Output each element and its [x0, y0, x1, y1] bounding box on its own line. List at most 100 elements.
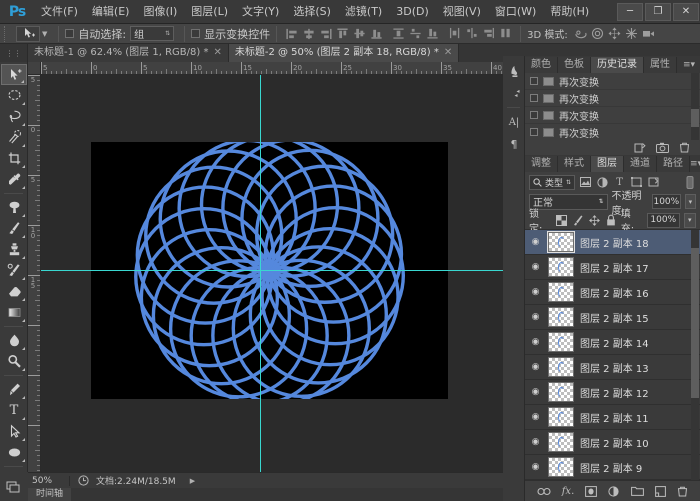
history-snapshot-checkbox[interactable] [530, 77, 538, 85]
layer-visibility-icon[interactable]: ◉ [529, 437, 542, 447]
screen-mode-button[interactable] [0, 472, 28, 501]
layer-visibility-icon[interactable]: ◉ [529, 337, 542, 347]
layer-row[interactable]: ◉ 图层 2 副本 11 [525, 405, 700, 430]
history-row[interactable]: 再次变换 [525, 73, 700, 90]
layer-thumbnail[interactable] [548, 382, 574, 402]
filter-smart-object-icon[interactable] [647, 175, 660, 189]
dodge-tool[interactable] [1, 351, 27, 372]
layer-row[interactable]: ◉ 图层 2 副本 13 [525, 355, 700, 380]
history-snapshot-checkbox[interactable] [530, 128, 538, 136]
tab-样式[interactable]: 样式 [558, 156, 591, 172]
brush-panel-icon[interactable] [503, 60, 525, 82]
align-right-edges[interactable] [318, 26, 333, 41]
filter-adjustment-icon[interactable] [596, 175, 609, 189]
blur-tool[interactable] [1, 330, 27, 351]
menu-item-3[interactable]: 图像(I) [136, 0, 184, 24]
tab-色板[interactable]: 色板 [558, 57, 591, 73]
tab-bar-grip[interactable]: ⋮⋮ [0, 44, 28, 62]
eyedropper-tool[interactable] [1, 169, 27, 190]
history-brush-tool[interactable] [1, 260, 27, 281]
layer-name[interactable]: 图层 2 副本 15 [580, 310, 649, 325]
paragraph-panel-icon[interactable]: ¶ [503, 133, 525, 155]
canvas-area[interactable] [41, 75, 503, 472]
tab-通道[interactable]: 通道 [624, 156, 657, 172]
tab-timeline[interactable]: 时间轴 [28, 488, 72, 501]
lock-all-icon[interactable] [604, 214, 616, 227]
new-group-icon[interactable] [631, 486, 645, 496]
layer-visibility-icon[interactable]: ◉ [529, 362, 542, 372]
horizontal-ruler[interactable]: 5 0 5 10 15 20 25 30 35 40 [41, 62, 503, 75]
history-scrollbar[interactable] [691, 73, 699, 140]
layer-thumbnail[interactable] [548, 257, 574, 277]
brush-tool[interactable] [1, 218, 27, 239]
distribute-left[interactable] [447, 26, 462, 41]
close-icon[interactable]: ✕ [444, 44, 452, 62]
layer-row[interactable]: ◉ 图层 2 副本 14 [525, 330, 700, 355]
layer-style-icon[interactable]: fx. [562, 486, 575, 497]
document-tab-2[interactable]: 未标题-2 @ 50% (图层 2 副本 18, RGB/8) * ✕ [228, 44, 460, 62]
layer-row[interactable]: ◉ 图层 2 副本 9 [525, 455, 700, 480]
lasso-tool[interactable] [1, 106, 27, 127]
distribute-top[interactable] [391, 26, 406, 41]
vertical-ruler[interactable]: 5 0 5 10 15 [28, 75, 41, 472]
history-row[interactable]: 再次变换 [525, 107, 700, 124]
opacity-input[interactable]: 100% [651, 194, 681, 209]
layer-name[interactable]: 图层 2 副本 11 [580, 410, 649, 425]
align-top-edges[interactable] [335, 26, 350, 41]
layer-row[interactable]: ◉ 图层 2 副本 12 [525, 380, 700, 405]
slide-3d[interactable] [624, 26, 639, 41]
spot-healing-brush-tool[interactable] [1, 197, 27, 218]
horizontal-guide[interactable] [41, 270, 503, 271]
lock-transparent-pixels-icon[interactable] [555, 214, 567, 227]
menu-item-1[interactable]: 文件(F) [34, 0, 85, 24]
ruler-corner[interactable] [28, 62, 41, 75]
layer-thumbnail[interactable] [548, 432, 574, 452]
adjustment-layer-icon[interactable] [608, 485, 620, 497]
layer-name[interactable]: 图层 2 副本 18 [580, 235, 649, 250]
gradient-tool[interactable] [1, 302, 27, 323]
elliptical-marquee-tool[interactable] [1, 85, 27, 106]
layer-mask-icon[interactable] [585, 485, 598, 497]
tab-颜色[interactable]: 颜色 [525, 57, 558, 73]
layers-list[interactable]: ◉ 图层 2 副本 18 ◉ 图层 2 副本 17 ◉ 图层 2 副本 16 ◉ 图层 2 副… [525, 230, 700, 480]
vertical-guide[interactable] [260, 75, 261, 472]
show-transform-controls-checkbox[interactable] [191, 29, 201, 38]
opacity-scrubber-button[interactable]: ▾ [684, 194, 696, 209]
move-tool[interactable] [1, 64, 27, 85]
pen-tool[interactable] [1, 379, 27, 400]
menu-item-8[interactable]: 3D(D) [389, 0, 436, 24]
fill-input[interactable]: 100% [647, 212, 680, 228]
history-list[interactable]: 再次变换再次变换再次变换再次变换再次变换 [525, 73, 700, 140]
crop-tool[interactable] [1, 148, 27, 169]
quick-selection-tool[interactable] [1, 127, 27, 148]
menu-item-11[interactable]: 帮助(H) [543, 0, 596, 24]
distribute-horizontal-centers[interactable] [464, 26, 479, 41]
filter-pixel-icon[interactable] [579, 175, 592, 189]
lock-position-icon[interactable] [588, 214, 600, 227]
auto-select-dropdown[interactable]: 组 ⇅ [130, 26, 175, 41]
roll-3d[interactable] [590, 26, 605, 41]
layer-row[interactable]: ◉ 图层 2 副本 18 [525, 230, 700, 255]
align-bottom-edges[interactable] [369, 26, 384, 41]
layer-name[interactable]: 图层 2 副本 12 [580, 385, 649, 400]
layer-thumbnail[interactable] [548, 282, 574, 302]
tab-属性[interactable]: 属性 [644, 57, 677, 73]
tab-历史记录[interactable]: 历史记录 [591, 57, 644, 73]
layer-visibility-icon[interactable]: ◉ [529, 462, 542, 472]
menu-item-10[interactable]: 窗口(W) [488, 0, 543, 24]
distribute-vertical-centers[interactable] [408, 26, 423, 41]
layers-scrollbar-thumb[interactable] [691, 248, 699, 398]
link-layers-icon[interactable] [537, 487, 551, 496]
history-snapshot-checkbox[interactable] [530, 94, 538, 102]
delete-state-icon[interactable] [679, 142, 690, 153]
layer-name[interactable]: 图层 2 副本 17 [580, 260, 649, 275]
status-expand-arrow[interactable]: ▶ [190, 477, 195, 485]
layer-row[interactable]: ◉ 图层 2 副本 16 [525, 280, 700, 305]
menu-item-4[interactable]: 图层(L) [184, 0, 235, 24]
layer-row[interactable]: ◉ 图层 2 副本 10 [525, 430, 700, 455]
history-snapshot-checkbox[interactable] [530, 111, 538, 119]
layer-visibility-icon[interactable]: ◉ [529, 287, 542, 297]
layer-name[interactable]: 图层 2 副本 14 [580, 335, 649, 350]
path-selection-tool[interactable] [1, 421, 27, 442]
tab-路径[interactable]: 路径 [657, 156, 690, 172]
